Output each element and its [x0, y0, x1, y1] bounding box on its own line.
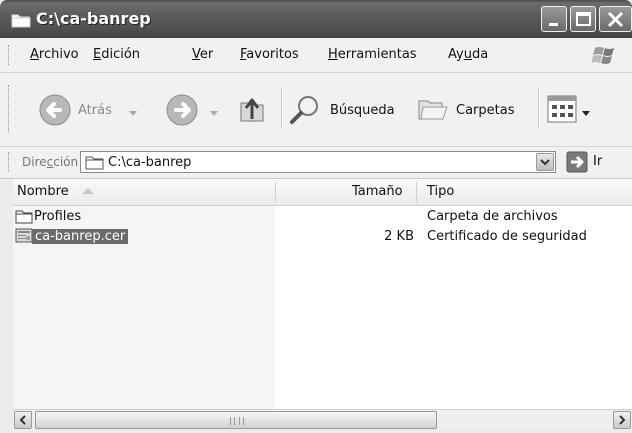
- address-value: C:\ca-banrep: [108, 155, 192, 170]
- menu-archivo[interactable]: Archivo: [30, 47, 79, 62]
- list-item[interactable]: Profiles Carpeta de archivos: [13, 207, 632, 227]
- scroll-right-button[interactable]: [613, 411, 631, 429]
- go-label[interactable]: Ir: [593, 154, 602, 169]
- back-dropdown-icon[interactable]: [129, 106, 137, 121]
- column-size[interactable]: Tamaño: [352, 184, 403, 199]
- menu-grip: [8, 45, 11, 65]
- address-input[interactable]: C:\ca-banrep: [80, 151, 556, 173]
- menu-ver[interactable]: Ver: [192, 47, 213, 62]
- views-dropdown-icon[interactable]: [582, 106, 590, 121]
- folders-label: Carpetas: [456, 103, 515, 118]
- search-label: Búsqueda: [330, 103, 395, 118]
- minimize-button[interactable]: [541, 6, 567, 32]
- go-arrow-icon[interactable]: [566, 151, 588, 177]
- menu-herramientas[interactable]: Herramientas: [328, 47, 417, 62]
- window-title: C:\ca-banrep: [36, 9, 151, 28]
- column-header: Nombre Tamaño Tipo: [13, 179, 632, 206]
- title-bar[interactable]: C:\ca-banrep: [0, 0, 632, 38]
- column-divider[interactable]: [416, 182, 417, 202]
- explorer-window: C:\ca-banrep Archivo Edición Ver Favorit…: [0, 0, 632, 433]
- views-button[interactable]: [546, 73, 606, 146]
- folder-icon: [85, 154, 105, 174]
- scroll-thumb[interactable]: [35, 411, 437, 429]
- window-frame-bottom: [0, 429, 632, 433]
- back-button[interactable]: Atrás: [38, 73, 158, 146]
- item-size: 2 KB: [384, 229, 414, 244]
- menu-ayuda[interactable]: Ayuda: [448, 47, 488, 62]
- toolbar-grip: [8, 85, 11, 133]
- menu-favoritos[interactable]: Favoritos: [240, 47, 299, 62]
- back-label: Atrás: [78, 103, 112, 118]
- folder-icon: [11, 12, 31, 32]
- forward-button[interactable]: [165, 73, 227, 146]
- scroll-grip-icon: [230, 417, 244, 425]
- search-icon: [288, 94, 322, 130]
- maximize-button[interactable]: [570, 6, 596, 32]
- certificate-icon: [15, 228, 33, 248]
- column-divider[interactable]: [275, 182, 276, 202]
- sort-ascending-icon: [81, 188, 94, 194]
- toolbar-separator: [281, 87, 283, 129]
- address-dropdown-button[interactable]: [536, 153, 554, 171]
- forward-dropdown-icon[interactable]: [210, 106, 218, 121]
- item-type: Certificado de seguridad: [427, 229, 587, 244]
- views-icon: [546, 94, 578, 128]
- column-type[interactable]: Tipo: [427, 184, 454, 199]
- menu-edicion[interactable]: Edición: [93, 47, 140, 62]
- folders-button[interactable]: Carpetas: [416, 73, 532, 146]
- item-type: Carpeta de archivos: [427, 209, 558, 224]
- folder-icon: [15, 209, 33, 228]
- window-frame-left: [0, 179, 13, 433]
- toolbar-separator: [538, 87, 540, 129]
- close-button[interactable]: [599, 6, 632, 32]
- standard-toolbar: Atrás Búsqueda Carpetas: [0, 73, 632, 147]
- column-name[interactable]: Nombre: [17, 184, 95, 199]
- file-list[interactable]: Nombre Tamaño Tipo Profiles Carpeta de a…: [13, 179, 632, 409]
- up-folder-button[interactable]: [233, 73, 269, 146]
- folders-icon: [416, 93, 450, 129]
- forward-arrow-icon: [165, 93, 199, 131]
- item-name: Profiles: [34, 209, 82, 224]
- item-name: ca-banrep.cer: [32, 229, 129, 244]
- address-grip: [8, 152, 11, 172]
- list-item[interactable]: ca-banrep.cer 2 KB Certificado de seguri…: [13, 227, 632, 247]
- up-folder-icon: [237, 93, 267, 131]
- scroll-left-button[interactable]: [14, 411, 32, 429]
- windows-logo-icon: [591, 43, 618, 71]
- back-arrow-icon: [38, 93, 72, 131]
- address-label: Dirección: [22, 155, 79, 169]
- search-button[interactable]: Búsqueda: [288, 73, 406, 146]
- menu-bar: Archivo Edición Ver Favoritos Herramient…: [0, 38, 632, 73]
- horizontal-scrollbar[interactable]: [13, 409, 632, 430]
- address-bar: Dirección C:\ca-banrep Ir: [0, 147, 632, 179]
